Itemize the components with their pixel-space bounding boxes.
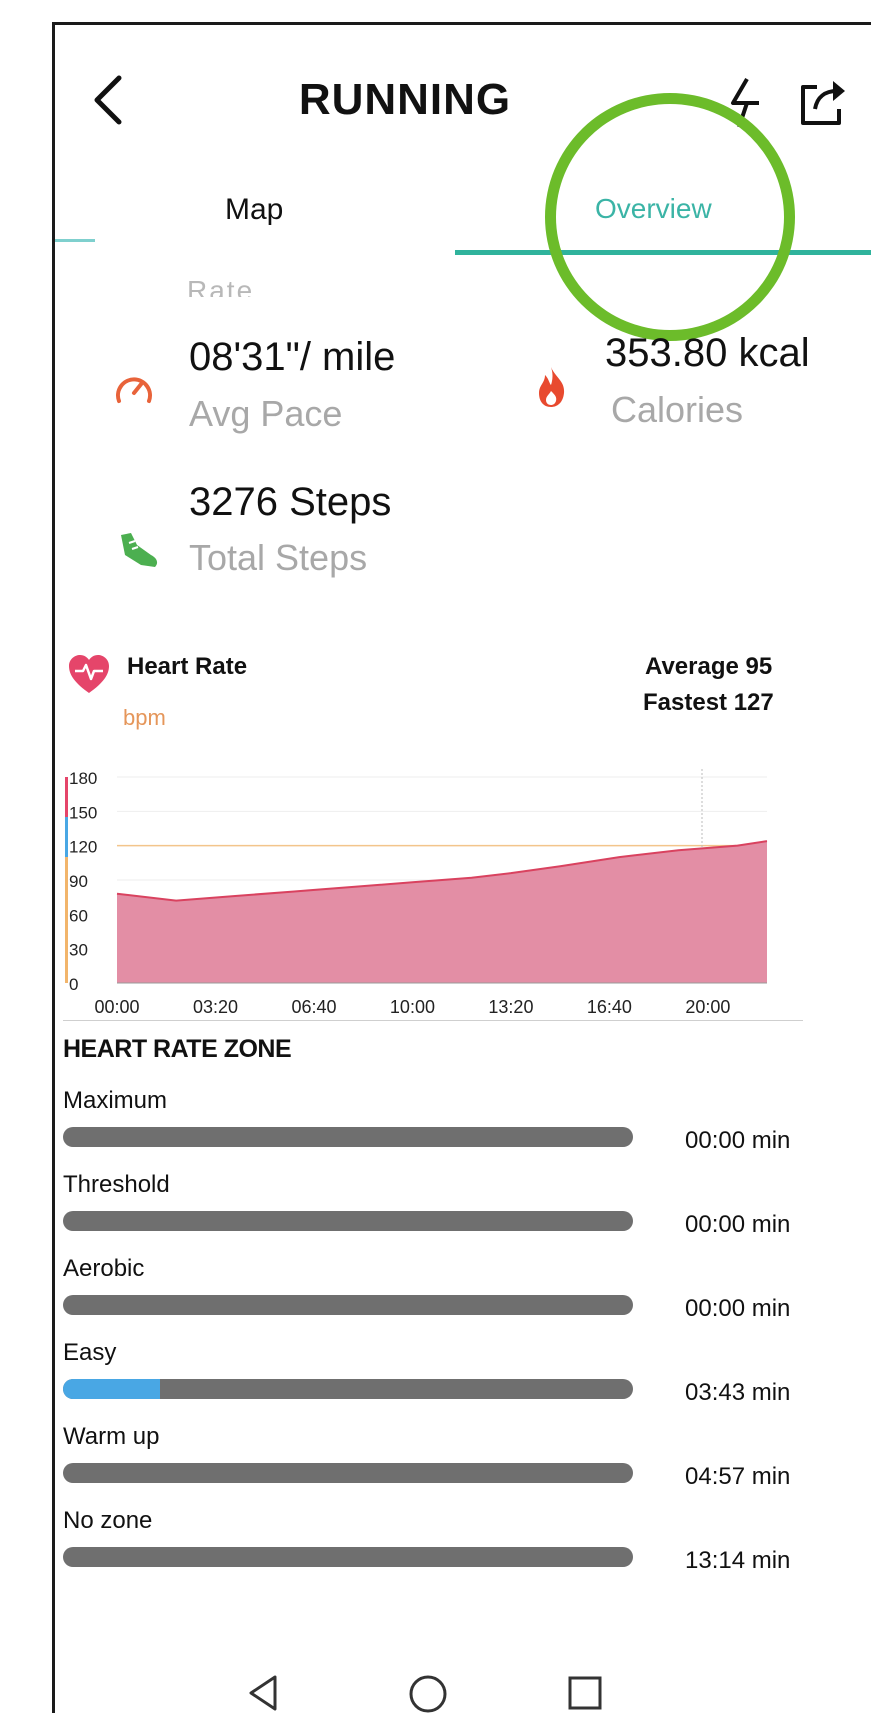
zone-heading: HEART RATE ZONE bbox=[63, 1035, 292, 1063]
share-icon[interactable] bbox=[795, 75, 851, 131]
zone-bar bbox=[63, 1211, 633, 1231]
calories-label: Calories bbox=[611, 389, 744, 430]
y-tick-label: 0 bbox=[69, 975, 78, 994]
zone-bar bbox=[63, 1379, 633, 1399]
zone-bar-fill bbox=[63, 1379, 160, 1399]
zone-time: 13:14 min bbox=[685, 1547, 791, 1574]
zone-time: 00:00 min bbox=[685, 1295, 791, 1322]
y-tick-label: 60 bbox=[69, 906, 88, 925]
zone-bar bbox=[63, 1295, 633, 1315]
section-divider bbox=[63, 1020, 803, 1021]
heart-rate-area bbox=[117, 841, 767, 983]
y-tick-label: 120 bbox=[69, 838, 97, 857]
x-tick-label: 13:20 bbox=[488, 997, 533, 1017]
x-tick-label: 10:00 bbox=[390, 997, 435, 1017]
speedometer-icon bbox=[113, 365, 155, 413]
app-screen: RUNNING Map Overview Rate 08'31"/ mile A… bbox=[52, 22, 871, 1713]
zone-label: Threshold bbox=[63, 1171, 170, 1198]
shoe-icon bbox=[115, 525, 163, 573]
pace-label: Avg Pace bbox=[189, 393, 343, 434]
heart-rate-average: Average 95 bbox=[645, 653, 773, 680]
heart-pulse-icon bbox=[67, 653, 111, 695]
tab-divider bbox=[55, 239, 95, 242]
calories-number: 353.80 bbox=[605, 331, 728, 375]
zone-label: Easy bbox=[63, 1339, 117, 1366]
x-tick-label: 00:00 bbox=[94, 997, 139, 1017]
circle-home-icon[interactable] bbox=[407, 1673, 449, 1713]
zone-label: No zone bbox=[63, 1507, 153, 1534]
calories-value: 353.80 kcal bbox=[605, 331, 810, 376]
zone-bar bbox=[63, 1463, 633, 1483]
square-recents-icon[interactable] bbox=[565, 1673, 605, 1713]
heart-rate-fastest: Fastest 127 bbox=[643, 689, 774, 716]
flame-icon bbox=[531, 363, 573, 411]
zone-time: 00:00 min bbox=[685, 1127, 791, 1154]
y-tick-label: 150 bbox=[69, 803, 97, 822]
zone-label: Warm up bbox=[63, 1423, 160, 1450]
y-tick-label: 30 bbox=[69, 941, 88, 960]
y-tick-label: 180 bbox=[69, 769, 97, 788]
cutoff-label: Rate bbox=[187, 275, 255, 297]
steps-value: 3276 Steps bbox=[189, 480, 392, 524]
steps-label: Total Steps bbox=[189, 537, 368, 578]
calories-unit: kcal bbox=[738, 331, 810, 375]
zone-time: 03:43 min bbox=[685, 1379, 791, 1406]
zone-time: 04:57 min bbox=[685, 1463, 791, 1490]
x-tick-label: 03:20 bbox=[193, 997, 238, 1017]
zone-color-strip-mid bbox=[65, 817, 68, 857]
triangle-back-icon[interactable] bbox=[245, 1673, 285, 1713]
highlight-circle bbox=[545, 93, 795, 341]
zone-label: Maximum bbox=[63, 1087, 168, 1114]
zone-color-strip-top bbox=[65, 777, 68, 817]
heart-rate-unit: bpm bbox=[123, 705, 166, 730]
heart-rate-title: Heart Rate bbox=[127, 653, 248, 680]
pace-value: 08'31"/ mile bbox=[189, 335, 396, 379]
y-tick-label: 90 bbox=[69, 872, 88, 891]
tab-map[interactable]: Map bbox=[225, 193, 283, 227]
x-tick-label: 20:00 bbox=[685, 997, 730, 1017]
zone-label: Aerobic bbox=[63, 1255, 145, 1282]
x-tick-label: 16:40 bbox=[587, 997, 632, 1017]
zone-bar bbox=[63, 1127, 633, 1147]
zone-bar bbox=[63, 1547, 633, 1567]
heart-rate-chart: 0 30 60 90 120 150 180 00:00 03:20 06:40 10:00 13:2… bbox=[65, 769, 768, 1017]
x-tick-label: 06:40 bbox=[291, 997, 336, 1017]
zone-time: 00:00 min bbox=[685, 1211, 791, 1238]
